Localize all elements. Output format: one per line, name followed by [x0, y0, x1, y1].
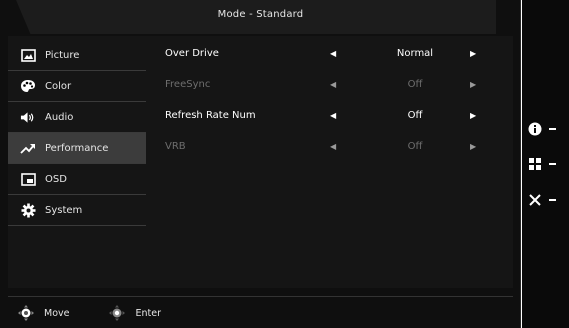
sidebar-item-system[interactable]: System — [8, 195, 146, 226]
sidebar-item-picture[interactable]: Picture — [8, 40, 146, 71]
sidebar-item-label: OSD — [45, 173, 67, 185]
joystick-move-icon — [18, 305, 34, 321]
move-label: Move — [44, 307, 70, 319]
osd-menu: Mode - Standard Picture Color Audio Perf… — [0, 0, 521, 328]
setting-label: Refresh Rate Num — [165, 110, 256, 121]
dash-marker — [549, 128, 556, 130]
speaker-icon — [20, 110, 36, 124]
setting-label: Over Drive — [165, 48, 219, 59]
sidebar-item-label: Color — [45, 80, 72, 92]
sidebar-item-color[interactable]: Color — [8, 71, 146, 102]
setting-label: VRB — [165, 141, 186, 152]
right-arrow-icon[interactable]: ▶ — [470, 49, 476, 58]
palette-icon — [20, 79, 36, 93]
grid-menu-icon — [529, 158, 541, 170]
dash-marker — [549, 199, 556, 201]
setting-value: Off — [407, 110, 423, 121]
sidebar-item-osd[interactable]: OSD — [8, 164, 146, 195]
close-button[interactable] — [528, 192, 564, 208]
settings-list: Over Drive ◀ Normal ▶ FreeSync ◀ Off ▶ R… — [165, 48, 485, 172]
setting-label: FreeSync — [165, 79, 211, 90]
title-bar: Mode - Standard — [0, 0, 521, 34]
right-arrow-icon: ▶ — [470, 80, 477, 89]
setting-freesync: FreeSync ◀ Off ▶ — [165, 79, 485, 110]
setting-value: Normal — [396, 48, 434, 59]
sidebar-item-label: Picture — [45, 49, 80, 61]
osd-window-icon — [20, 172, 36, 186]
hotkey-panel — [522, 0, 569, 328]
info-icon — [528, 122, 542, 136]
menu-button[interactable] — [528, 156, 564, 172]
sidebar-item-label: Audio — [45, 111, 74, 123]
info-button[interactable] — [528, 121, 564, 137]
move-hint: Move — [18, 305, 69, 321]
left-arrow-icon: ◀ — [330, 142, 337, 151]
setting-vrb: VRB ◀ Off ▶ — [165, 141, 485, 172]
left-arrow-icon[interactable]: ◀ — [330, 49, 336, 58]
sidebar-item-performance[interactable]: Performance — [8, 133, 146, 164]
dash-marker — [549, 163, 556, 165]
sidebar-item-label: System — [45, 204, 83, 216]
setting-over-drive[interactable]: Over Drive ◀ Normal ▶ — [165, 48, 485, 79]
enter-label: Enter — [135, 307, 161, 319]
setting-value: Off — [407, 141, 423, 152]
sidebar-item-label: Performance — [45, 142, 109, 154]
right-arrow-icon: ▶ — [470, 142, 477, 151]
close-icon — [529, 194, 541, 206]
sidebar-item-audio[interactable]: Audio — [8, 102, 146, 133]
footer-divider — [8, 296, 513, 297]
enter-hint: Enter — [109, 305, 161, 321]
trend-icon — [20, 141, 36, 155]
mode-title: Mode - Standard — [217, 9, 304, 20]
left-arrow-icon[interactable]: ◀ — [330, 111, 336, 120]
setting-value: Off — [407, 79, 423, 90]
footer-hints: Move Enter — [18, 305, 201, 321]
joystick-press-icon — [109, 305, 126, 321]
gear-icon — [20, 203, 36, 217]
picture-icon — [20, 48, 36, 62]
left-arrow-icon: ◀ — [330, 80, 337, 89]
sidebar: Picture Color Audio Performance OSD Syst… — [8, 40, 146, 226]
setting-refresh-rate-num[interactable]: Refresh Rate Num ◀ Off ▶ — [165, 110, 485, 141]
right-arrow-icon[interactable]: ▶ — [470, 111, 476, 120]
